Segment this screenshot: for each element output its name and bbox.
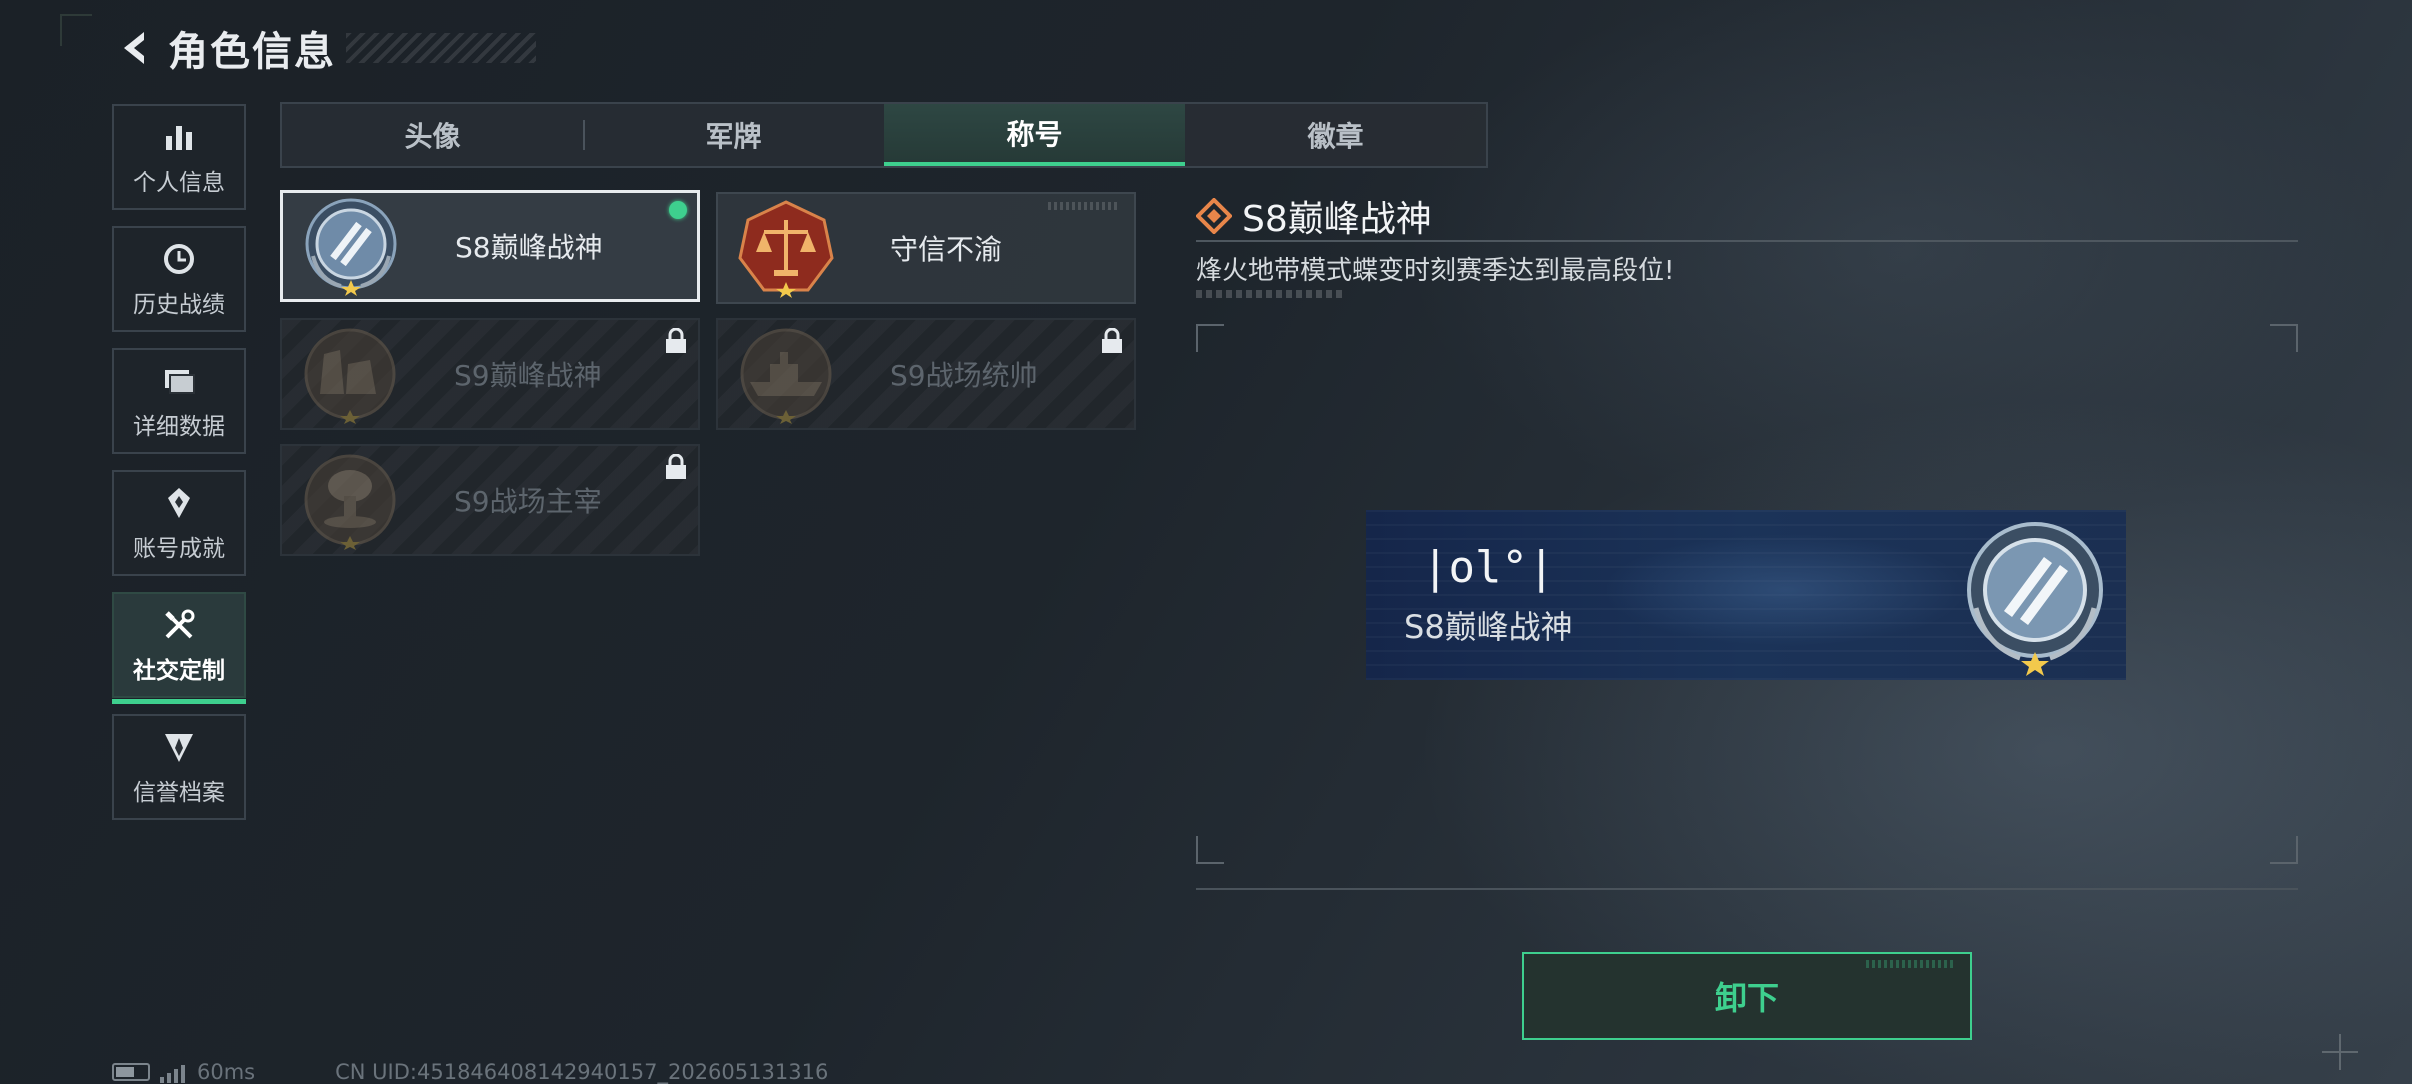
lock-icon (666, 328, 686, 353)
title-card-s9-battlefield-dominator[interactable]: S9战场主宰 (280, 444, 700, 556)
sidebar-item-label: 详细数据 (133, 414, 225, 440)
sidebar-item-match-history[interactable]: 历史战绩 (112, 226, 246, 332)
detail-header: S8巅峰战神 (1196, 190, 1432, 242)
title-card-s9-battlefield-commander[interactable]: S9战场统帅 (716, 318, 1136, 430)
lock-icon (1102, 328, 1122, 353)
tab-bar: 头像 军牌 称号 徽章 (280, 102, 1488, 168)
sidebar-item-label: 历史战绩 (133, 292, 225, 318)
battery-icon (112, 1063, 150, 1081)
sidebar-item-achievements[interactable]: 账号成就 (112, 470, 246, 576)
mushroom-cloud-emblem (304, 454, 396, 550)
title-card-name: S9战场统帅 (890, 359, 1038, 392)
sidebar-item-social-customization[interactable]: 社交定制 (112, 592, 246, 704)
laurel-wreath-emblem (1967, 522, 2103, 676)
signal-icon (160, 1061, 185, 1083)
title-banner-preview: |ol°| S8巅峰战神 (1366, 510, 2126, 680)
title-card-keep-faith[interactable]: 守信不渝 (716, 192, 1136, 304)
shield-badge-icon (159, 727, 199, 767)
sidebar-item-label: 信誉档案 (133, 780, 225, 806)
back-arrow-icon[interactable] (112, 26, 156, 70)
unequip-button[interactable]: 卸下 (1522, 952, 1972, 1040)
page-title: 角色信息 (168, 29, 336, 75)
folder-icon (159, 361, 199, 401)
detail-description: 烽火地带模式蝶变时刻赛季达到最高段位! (1196, 256, 1675, 286)
clock-icon (159, 239, 199, 279)
page-header: 角色信息 (112, 22, 536, 75)
laurel-wreath-emblem (305, 198, 397, 296)
fortress-emblem (304, 328, 396, 424)
sidebar-item-personal-info[interactable]: 个人信息 (112, 104, 246, 210)
title-stripe-decoration (346, 33, 536, 63)
sidebar-item-label: 社交定制 (133, 658, 225, 684)
corner-decoration (60, 14, 92, 46)
unequip-button-label: 卸下 (1714, 979, 1779, 1017)
crosshair-icon (2322, 1034, 2358, 1070)
tab-dog-tag[interactable]: 军牌 (583, 104, 884, 166)
ping-text: 60ms (197, 1060, 256, 1084)
tab-avatar[interactable]: 头像 (282, 104, 583, 166)
button-decoration (1866, 960, 1956, 968)
uid-text: CN UID:451846408142940157_202605131316 (335, 1060, 829, 1084)
description-decoration (1196, 290, 1346, 298)
sidebar-item-reputation-record[interactable]: 信誉档案 (112, 714, 246, 820)
diamond-icon (1196, 198, 1232, 234)
divider (1196, 888, 2298, 890)
title-card-name: S9巅峰战神 (454, 359, 602, 392)
title-card-s9-peak-warrior[interactable]: S9巅峰战神 (280, 318, 700, 430)
scales-of-justice-emblem (738, 200, 834, 298)
card-decoration (1048, 202, 1118, 210)
banner-glyph: |ol°| (1422, 542, 1555, 593)
title-card-name: S8巅峰战神 (455, 231, 603, 264)
tab-badge[interactable]: 徽章 (1185, 104, 1486, 166)
tools-icon (159, 605, 199, 645)
bar-chart-icon (159, 117, 199, 157)
sidebar-item-label: 账号成就 (133, 536, 225, 562)
title-card-name: 守信不渝 (890, 233, 1003, 266)
battleship-emblem (740, 328, 832, 424)
achievement-icon (159, 483, 199, 523)
sidebar: 个人信息 历史战绩 详细数据 账号成就 社交定制 信誉档案 (112, 104, 250, 836)
tab-title[interactable]: 称号 (884, 104, 1185, 166)
status-bar: 60ms CN UID:451846408142940157_202605131… (112, 1060, 828, 1084)
detail-title: S8巅峰战神 (1242, 199, 1432, 240)
sidebar-item-detailed-data[interactable]: 详细数据 (112, 348, 246, 454)
banner-title-name: S8巅峰战神 (1404, 608, 1573, 646)
divider (1196, 240, 2298, 242)
equipped-indicator (669, 201, 687, 219)
title-card-name: S9战场主宰 (454, 485, 602, 518)
lock-icon (666, 454, 686, 479)
title-card-s8-peak-warrior[interactable]: S8巅峰战神 (280, 190, 700, 302)
sidebar-item-label: 个人信息 (133, 170, 225, 196)
